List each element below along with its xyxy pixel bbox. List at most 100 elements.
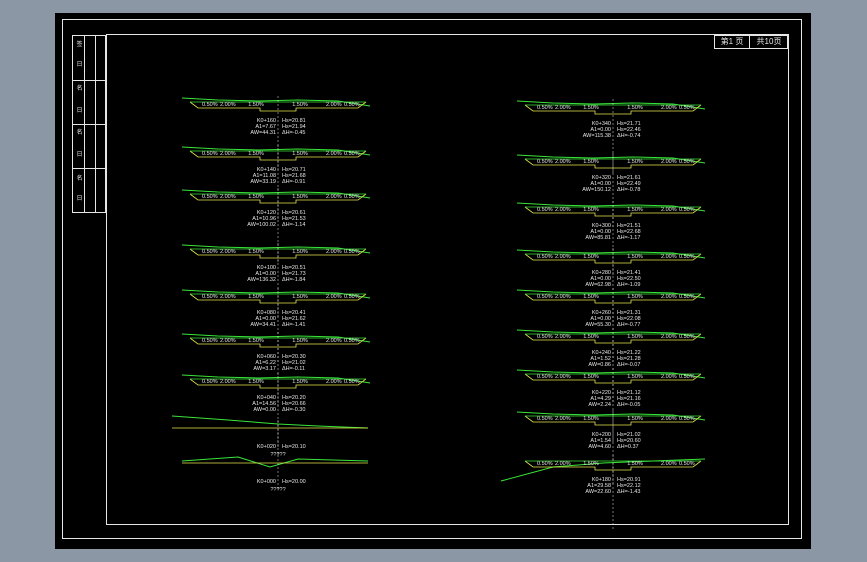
delta-label: ΔH=-1.84 (282, 277, 305, 283)
slope-label: 1.50% (583, 207, 599, 213)
area-label: AW=3.17 (253, 366, 276, 372)
slope-label: 2.00% (661, 254, 677, 260)
slope-label: 0.50% (344, 294, 360, 300)
area-label: AW=0.00 (253, 407, 276, 413)
slope-label: 0.50% (537, 294, 553, 300)
ground-line (171, 415, 369, 429)
delta-label: ΔH=-1.09 (617, 282, 640, 288)
slope-label: 0.50% (537, 334, 553, 340)
slope-label: 2.00% (326, 379, 342, 385)
slope-label: 1.50% (292, 249, 308, 255)
area-label: AW=44.31 (250, 130, 276, 136)
slope-label: 1.50% (583, 416, 599, 422)
slope-label: 0.50% (344, 338, 360, 344)
slope-label: 2.00% (661, 461, 677, 467)
area-label: AW=100.02 (247, 222, 276, 228)
slope-label: 2.00% (326, 102, 342, 108)
slope-label: 1.50% (627, 374, 643, 380)
delta-label: ΔH=-1.14 (282, 222, 305, 228)
slope-label: 1.50% (583, 294, 599, 300)
slope-label: 1.50% (627, 254, 643, 260)
slope-label: 0.50% (537, 461, 553, 467)
slope-label: 1.50% (292, 338, 308, 344)
slope-label: 2.00% (661, 294, 677, 300)
slope-label: 2.00% (220, 194, 236, 200)
delta-label: ΔH=-1.17 (617, 235, 640, 241)
slope-label: 1.50% (248, 102, 264, 108)
slope-label: 0.50% (202, 102, 218, 108)
note-label: ????? (270, 487, 285, 493)
slope-label: 1.50% (292, 379, 308, 385)
slope-label: 2.00% (555, 105, 571, 111)
slope-label: 2.00% (555, 207, 571, 213)
area-label: AW=115.38 (583, 133, 611, 139)
slope-label: 1.50% (248, 151, 264, 157)
slope-label: 0.50% (679, 416, 695, 422)
slope-label: 0.50% (344, 102, 360, 108)
slope-label: 2.00% (661, 416, 677, 422)
slope-label: 2.00% (661, 207, 677, 213)
delta-label: ΔH=-0.30 (282, 407, 305, 413)
station-label: K0+000 (257, 479, 276, 485)
slope-label: 2.00% (555, 416, 571, 422)
slope-label: 0.50% (344, 151, 360, 157)
delta-label: ΔH=-0.77 (617, 322, 640, 328)
slope-label: 0.50% (202, 151, 218, 157)
slope-label: 1.50% (248, 294, 264, 300)
slope-label: 0.50% (679, 334, 695, 340)
slope-label: 0.50% (537, 105, 553, 111)
slope-label: 2.00% (220, 102, 236, 108)
slope-label: 2.00% (555, 159, 571, 165)
slope-label: 0.50% (679, 105, 695, 111)
slope-label: 1.50% (248, 338, 264, 344)
delta-label: ΔH=-0.07 (617, 362, 640, 368)
slope-label: 2.00% (326, 338, 342, 344)
slope-label: 0.50% (202, 338, 218, 344)
slope-label: 2.00% (661, 105, 677, 111)
slope-label: 2.00% (326, 249, 342, 255)
slope-label: 0.50% (344, 194, 360, 200)
slope-label: 2.00% (555, 374, 571, 380)
slope-label: 2.00% (326, 194, 342, 200)
cross-sections-canvas: 0.50% 2.00% 1.50% 1.50% 2.00% 0.50%K0+160 Hs=2… (171, 96, 706, 531)
ground-line (181, 456, 369, 468)
slope-label: 1.50% (583, 105, 599, 111)
delta-label: ΔH=0.37 (617, 444, 639, 450)
area-label: AW=2.24 (588, 402, 611, 408)
slope-label: 1.50% (583, 374, 599, 380)
slope-label: 1.50% (583, 159, 599, 165)
delta-label: ΔH=-0.74 (617, 133, 640, 139)
slope-label: 1.50% (627, 105, 643, 111)
slope-label: 0.50% (202, 379, 218, 385)
slope-label: 0.50% (679, 374, 695, 380)
slope-label: 0.50% (202, 249, 218, 255)
slope-label: 0.50% (679, 461, 695, 467)
slope-label: 2.00% (220, 249, 236, 255)
drawing-viewport[interactable]: 签 日 名 日 名 日 名 日 第1 页 共10页 0.50% 2.00% 1.50… (55, 13, 811, 549)
slope-label: 2.00% (555, 254, 571, 260)
slope-label: 0.50% (537, 207, 553, 213)
slope-label: 1.50% (248, 379, 264, 385)
slope-label: 0.50% (537, 159, 553, 165)
delta-label: ΔH=-0.05 (617, 402, 640, 408)
area-label: AW=4.60 (588, 444, 611, 450)
slope-label: 1.50% (627, 416, 643, 422)
slope-label: 0.50% (537, 254, 553, 260)
slope-label: 1.50% (292, 102, 308, 108)
slope-label: 0.50% (344, 249, 360, 255)
slope-label: 1.50% (292, 294, 308, 300)
delta-label: ΔH=-1.43 (617, 489, 640, 495)
slope-label: 1.50% (292, 194, 308, 200)
slope-label: 1.50% (627, 294, 643, 300)
slope-label: 0.50% (679, 254, 695, 260)
slope-label: 2.00% (555, 461, 571, 467)
delta-label: ΔH=-0.91 (282, 179, 305, 185)
area-label: AW=22.60 (585, 489, 611, 495)
delta-label: ΔH=-1.41 (282, 322, 305, 328)
delta-label: ΔH=-0.11 (282, 366, 305, 372)
slope-label: 1.50% (627, 461, 643, 467)
slope-label: 1.50% (248, 249, 264, 255)
area-label: AW=85.81 (585, 235, 611, 241)
slope-label: 1.50% (292, 151, 308, 157)
slope-label: 1.50% (583, 461, 599, 467)
